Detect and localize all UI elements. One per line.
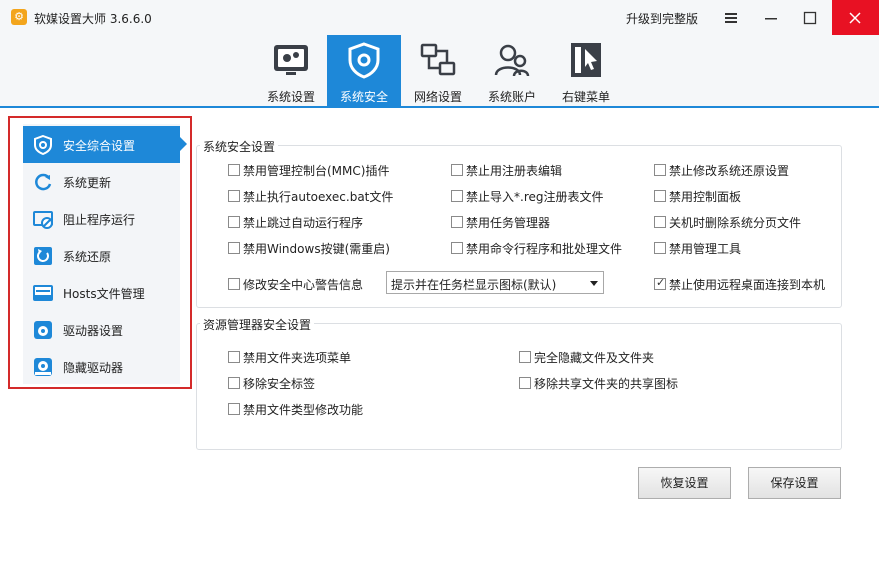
checkbox[interactable] [228, 164, 240, 176]
checkbox[interactable] [654, 164, 666, 176]
option-label: 禁用命令行程序和批处理文件 [466, 242, 623, 256]
option-label: 禁用文件类型修改功能 [243, 403, 364, 417]
checkbox[interactable] [519, 351, 531, 363]
option-label: 禁用控制面板 [669, 190, 742, 204]
shield-icon [348, 42, 380, 79]
tab-context-menu[interactable]: 右键菜单 [549, 35, 623, 106]
option-label: 禁止用注册表编辑 [466, 164, 563, 178]
option-label: 禁用管理工具 [669, 242, 742, 256]
chevron-down-icon [590, 281, 598, 286]
checkbox-checked[interactable] [654, 276, 666, 290]
option-label: 禁止使用远程桌面连接到本机 [669, 278, 826, 292]
network-icon [420, 43, 456, 76]
system-security-group-title: 系统安全设置 [200, 138, 279, 155]
security-warning-select[interactable]: 提示并在任务栏显示图标(默认) [386, 271, 604, 294]
checkbox[interactable] [451, 190, 463, 202]
tab-network-settings[interactable]: 网络设置 [401, 35, 475, 106]
minimize-button[interactable] [752, 0, 790, 35]
option-label: 禁用文件夹选项菜单 [243, 351, 352, 365]
tab-label: 系统设置 [266, 90, 315, 104]
checkbox[interactable] [654, 242, 666, 254]
option-label: 禁止执行autoexec.bat文件 [243, 190, 394, 204]
tab-system-settings[interactable]: 系统设置 [254, 35, 328, 106]
menu-button[interactable] [712, 0, 750, 35]
option-label: 禁用管理控制台(MMC)插件 [243, 164, 390, 178]
option-label: 关机时删除系统分页文件 [669, 216, 802, 230]
tab-system-security[interactable]: 系统安全 [327, 35, 401, 106]
cursor-menu-icon [571, 43, 601, 77]
maximize-icon [803, 11, 817, 25]
checkbox[interactable] [228, 278, 240, 290]
tab-label: 系统账户 [487, 90, 536, 104]
checkbox[interactable] [228, 216, 240, 228]
option-label: 禁用任务管理器 [466, 216, 551, 230]
save-settings-button[interactable]: 保存设置 [748, 467, 841, 499]
option-label: 禁止修改系统还原设置 [669, 164, 790, 178]
checkbox[interactable] [228, 351, 240, 363]
checkbox[interactable] [228, 242, 240, 254]
tab-label: 右键菜单 [561, 90, 610, 104]
option-label: 移除安全标签 [243, 377, 316, 391]
option-label: 修改安全中心警告信息 [243, 278, 364, 292]
restore-settings-button[interactable]: 恢复设置 [638, 467, 731, 499]
checkbox[interactable] [228, 403, 240, 415]
title-bar: ⚙ 软媒设置大师 3.6.6.0 升级到完整版 [0, 0, 879, 35]
hamburger-icon [725, 13, 737, 23]
select-value: 提示并在任务栏显示图标(默认) [391, 278, 557, 292]
window-title: 软媒设置大师 3.6.6.0 [34, 12, 152, 26]
main-tab-bar: 系统设置 系统安全 网络设置 系统账户 右键菜单 [0, 35, 879, 108]
checkbox[interactable] [654, 216, 666, 228]
close-button[interactable] [832, 0, 879, 35]
option-label: 完全隐藏文件及文件夹 [534, 351, 655, 365]
tab-label: 网络设置 [413, 90, 462, 104]
upgrade-link[interactable]: 升级到完整版 [626, 10, 698, 27]
option-label: 禁用Windows按键(需重启) [243, 242, 390, 256]
close-icon [849, 12, 861, 24]
minimize-icon [765, 18, 777, 20]
checkbox[interactable] [451, 216, 463, 228]
checkbox[interactable] [451, 164, 463, 176]
users-icon [494, 44, 530, 77]
checkbox[interactable] [228, 190, 240, 202]
maximize-button[interactable] [791, 0, 829, 35]
option-label: 禁止跳过自动运行程序 [243, 216, 364, 230]
gear-monitor-icon [274, 45, 308, 75]
app-logo-icon: ⚙ [11, 9, 27, 25]
checkbox[interactable] [519, 377, 531, 389]
option-label: 禁止导入*.reg注册表文件 [466, 190, 604, 204]
checkbox[interactable] [228, 377, 240, 389]
checkbox[interactable] [451, 242, 463, 254]
checkbox[interactable] [654, 190, 666, 202]
explorer-security-group-title: 资源管理器安全设置 [200, 316, 315, 333]
tab-system-accounts[interactable]: 系统账户 [475, 35, 549, 106]
option-label: 移除共享文件夹的共享图标 [534, 377, 679, 391]
tab-label: 系统安全 [339, 90, 388, 104]
sidebar-highlight-frame [8, 116, 192, 389]
